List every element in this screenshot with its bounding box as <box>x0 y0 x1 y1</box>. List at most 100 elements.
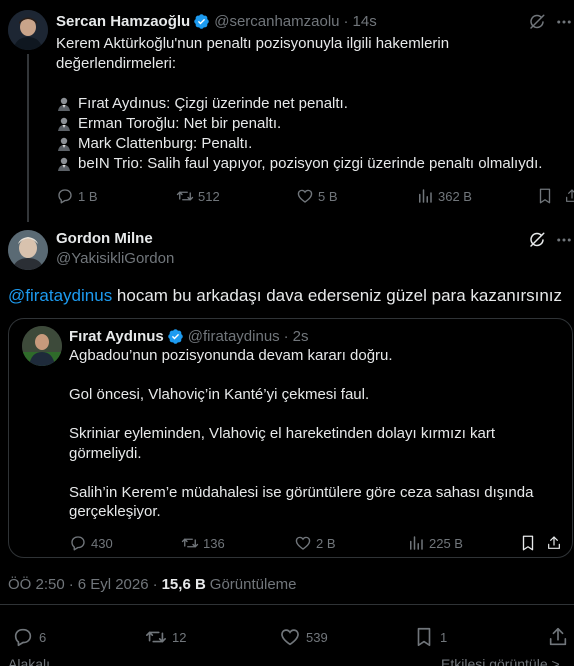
bookmark-icon <box>417 627 431 647</box>
main-tweet-body: hocam bu arkadaşı dava ederseniz güzel p… <box>112 286 563 305</box>
parent-author-handle[interactable]: @sercanhamzaolu <box>214 13 339 30</box>
divider <box>0 604 574 605</box>
separator-dot: · <box>283 327 289 345</box>
like-count: 5 B <box>318 188 338 204</box>
quoted-paragraph: Agbadou’nun pozisyonunda devam kararı do… <box>69 347 393 364</box>
repost-count: 512 <box>198 188 220 204</box>
judge-emoji-icon <box>58 157 70 171</box>
repost-count: 136 <box>203 535 225 551</box>
quoted-author-avatar <box>22 326 62 366</box>
heart-icon <box>281 629 299 646</box>
parent-action-bar: 1 B 512 5 B 362 B <box>56 187 574 205</box>
parent-intro-line: Kerem Aktürkoğlu'nun penaltı pozisyonuyl… <box>56 35 450 52</box>
quoted-reply-button[interactable]: 430 <box>69 534 181 552</box>
judge-emoji-icon <box>58 137 70 151</box>
referee-opinion-text: Fırat Aydınus: Çizgi üzerinde net penalt… <box>78 95 348 112</box>
quoted-tweet-text: Agbadou’nun pozisyonunda devam kararı do… <box>69 346 539 522</box>
quoted-paragraph: Skriniar eyleminden, Vlahoviç el hareket… <box>69 425 496 462</box>
like-button[interactable]: 5 B <box>296 187 416 205</box>
quoted-author-handle: @firataydinus <box>187 327 280 345</box>
views-button[interactable]: 362 B <box>416 187 536 205</box>
referee-opinion-text: beIN Trio: Salih faul yapıyor, pozisyon … <box>78 155 543 172</box>
main-author-name[interactable]: Gordon Milne <box>56 230 153 247</box>
share-icon <box>548 536 560 549</box>
referee-opinion-text: Erman Toroğlu: Net bir penaltı. <box>78 115 282 132</box>
reply-count: 1 B <box>78 188 98 204</box>
main-bookmark-button[interactable]: 1 <box>413 626 547 648</box>
bookmark-count: 1 <box>440 629 448 645</box>
parent-tweet-time[interactable]: 14s <box>353 13 377 30</box>
repost-count: 12 <box>172 629 187 645</box>
quoted-paragraph: Salih’in Kerem’e müdahalesi ise görüntül… <box>69 483 534 521</box>
repost-icon <box>146 631 166 643</box>
views-count: 362 B <box>438 188 472 204</box>
verified-badge-icon <box>167 328 183 344</box>
reply-count: 6 <box>39 629 47 645</box>
bookmark-button[interactable] <box>536 187 564 205</box>
quoted-bookmark-button[interactable] <box>519 534 546 552</box>
reply-icon <box>58 189 72 204</box>
main-author-handle[interactable]: @YakisikliGordon <box>56 250 174 267</box>
main-like-button[interactable]: 539 <box>279 626 413 648</box>
quoted-author-name: Fırat Aydınus <box>69 327 164 345</box>
bookmark-icon <box>539 188 551 204</box>
reply-icon <box>14 628 32 647</box>
quoted-action-bar: 430 136 2 B 225 B <box>69 534 566 552</box>
quoted-repost-button[interactable]: 136 <box>181 534 294 552</box>
main-tweet-text: @firataydinus hocam bu arkadaşı dava ede… <box>8 285 562 307</box>
share-icon <box>566 189 574 202</box>
referee-opinion-text: Mark Clattenburg: Penaltı. <box>78 135 253 152</box>
repost-icon <box>181 538 199 548</box>
quoted-tweet-time: 2s <box>292 327 309 345</box>
quoted-tweet-header: Fırat Aydınus @firataydinus · 2s <box>69 326 309 346</box>
main-repost-button[interactable]: 12 <box>145 626 279 648</box>
main-action-bar: 6 12 539 1 <box>12 626 569 648</box>
share-button[interactable] <box>564 187 574 205</box>
repost-button[interactable]: 512 <box>176 187 296 205</box>
bookmark-icon <box>522 535 534 551</box>
reply-count: 430 <box>91 535 113 551</box>
referee-opinion: Fırat Aydınus: Çizgi üzerinde net penalt… <box>56 94 556 114</box>
separator-dot: · <box>152 576 158 593</box>
repost-icon <box>176 191 194 201</box>
heart-icon <box>297 189 313 203</box>
analytics-icon <box>410 536 423 550</box>
like-count: 2 B <box>316 535 336 551</box>
quoted-share-button[interactable] <box>546 534 566 552</box>
main-reply-button[interactable]: 6 <box>12 626 145 648</box>
grok-icon[interactable] <box>528 231 546 249</box>
mention-link[interactable]: @firataydinus <box>8 286 112 305</box>
total-views-count: 15,6 B <box>161 576 206 593</box>
tweet-time[interactable]: ÖÖ 2:50 <box>8 576 65 593</box>
parent-intro-line: değerlendirmeleri: <box>56 55 177 72</box>
main-share-button[interactable] <box>547 626 569 648</box>
referee-opinion: Erman Toroğlu: Net bir penaltı. <box>56 114 556 134</box>
share-icon <box>549 627 567 646</box>
tweet-date[interactable]: 6 Eyl 2026 <box>78 576 149 593</box>
analytics-icon <box>419 189 432 203</box>
judge-emoji-icon <box>58 97 70 111</box>
quoted-views-button[interactable]: 225 B <box>407 534 519 552</box>
tweet-meta: ÖÖ 2:50 · 6 Eyl 2026 · 15,6 B Görüntülem… <box>8 576 297 593</box>
reply-button[interactable]: 1 B <box>56 187 176 205</box>
more-options-icon[interactable] <box>555 231 573 249</box>
referee-opinion: beIN Trio: Salih faul yapıyor, pozisyon … <box>56 154 556 174</box>
parent-author-name[interactable]: Sercan Hamzaoğlu <box>56 13 190 30</box>
quoted-like-button[interactable]: 2 B <box>294 534 407 552</box>
parent-tweet-header: Sercan Hamzaoğlu @sercanhamzaolu · 14s <box>56 11 377 31</box>
parent-author-avatar[interactable] <box>8 10 48 50</box>
thread-line <box>27 54 29 222</box>
view-engagements-link[interactable]: Etkileşi görüntüle > <box>441 656 560 666</box>
more-options-icon[interactable] <box>555 13 573 31</box>
like-count: 539 <box>306 629 328 645</box>
reply-icon <box>71 536 85 551</box>
relevant-replies-label[interactable]: Alakalı <box>8 656 50 666</box>
verified-badge-icon <box>194 13 209 29</box>
judge-emoji-icon <box>58 117 70 131</box>
referee-opinion: Mark Clattenburg: Penaltı. <box>56 134 556 154</box>
heart-icon <box>295 536 311 550</box>
views-label: Görüntüleme <box>209 576 297 593</box>
grok-icon[interactable] <box>528 13 546 31</box>
separator-dot: · <box>343 12 349 30</box>
main-author-avatar[interactable] <box>8 230 48 270</box>
